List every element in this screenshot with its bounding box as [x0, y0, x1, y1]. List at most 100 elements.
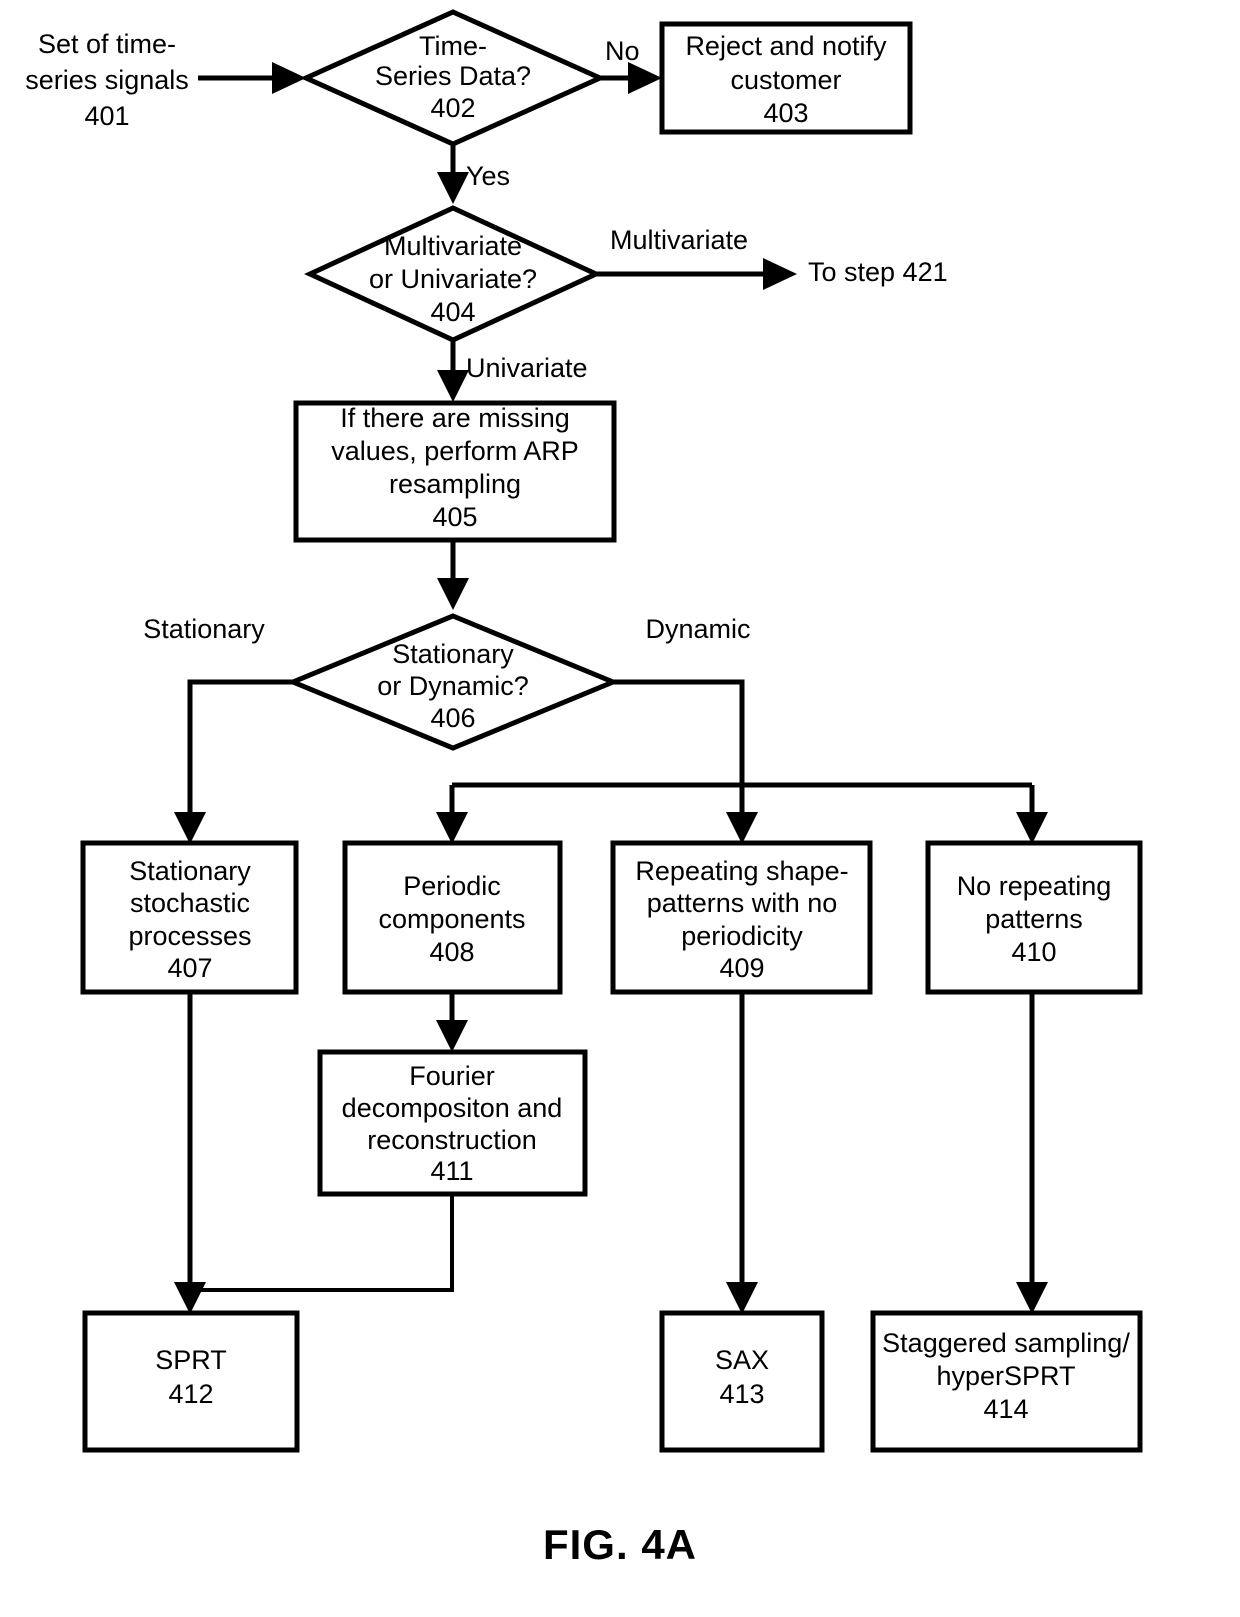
- node-410-line-1: No repeating: [957, 871, 1112, 901]
- flowchart-canvas: No Yes Multivariate Univariate Stationar…: [25, 9, 1143, 1568]
- edge-label-yes: Yes: [466, 161, 510, 191]
- node-401-line-2: series signals: [25, 65, 189, 95]
- edge-407-to-412: [174, 992, 206, 1314]
- node-407-line-1: Stationary: [129, 856, 251, 886]
- node-410-line-2: patterns: [985, 904, 1083, 934]
- node-406-line-3: 406: [430, 703, 475, 733]
- node-412-line-1: SPRT: [155, 1345, 227, 1375]
- edge-label-no: No: [605, 36, 640, 66]
- edge-401-to-402: [198, 62, 306, 94]
- arrow-head-icon: [436, 1020, 468, 1052]
- node-411-line-4: 411: [430, 1156, 473, 1186]
- node-402-line-1: Time-: [419, 31, 487, 61]
- node-407-stationary-stochastic-processes[interactable]: Stationary stochastic processes 407: [80, 840, 299, 995]
- edge-410-to-414: [1016, 992, 1048, 1314]
- node-401-line-1: Set of time-: [38, 29, 176, 59]
- edge-bus-to-408: [436, 785, 468, 844]
- node-402-line-3: 402: [430, 93, 475, 123]
- node-402-line-2: Series Data?: [375, 61, 531, 91]
- node-401-line-3: 401: [84, 101, 129, 131]
- edge-bus-to-409: [726, 785, 758, 844]
- node-412-line-2: 412: [168, 1379, 213, 1409]
- arrow-head-icon: [174, 812, 206, 844]
- arrow-head-icon: [1016, 812, 1048, 844]
- arrow-head-icon: [437, 172, 469, 204]
- figure-caption-group: FIG. 4A: [543, 1521, 697, 1568]
- node-401-set-of-time-series-signals: Set of time- series signals 401: [25, 29, 189, 131]
- edge-label-multivariate: Multivariate: [610, 225, 748, 255]
- node-411-fourier-decomposition-and-reconstruction[interactable]: Fourier decompositon and reconstruction …: [317, 1049, 588, 1197]
- node-402-time-series-data-decision[interactable]: Time- Series Data? 402: [299, 9, 607, 147]
- node-409-line-3: periodicity: [681, 921, 803, 951]
- node-409-line-1: Repeating shape-: [635, 856, 848, 886]
- node-408-line-3: 408: [429, 937, 474, 967]
- arrow-head-icon: [763, 258, 797, 290]
- edge-line: [190, 1194, 454, 1292]
- edge-404-to-421: [596, 258, 797, 290]
- node-408-line-1: Periodic: [403, 871, 501, 901]
- node-414-staggered-sampling-hypersprt[interactable]: Staggered sampling/ hyperSPRT 414: [870, 1310, 1143, 1453]
- node-403-reject-and-notify-customer[interactable]: Reject and notify customer 403: [659, 21, 913, 135]
- node-413-sax[interactable]: SAX 413: [659, 1310, 825, 1453]
- node-407-line-4: 407: [167, 953, 212, 983]
- node-410-no-repeating-patterns[interactable]: No repeating patterns 410: [925, 840, 1143, 995]
- node-404-line-3: 404: [430, 297, 475, 327]
- edge-label-dynamic: Dynamic: [645, 614, 750, 644]
- edge-411-to-412: [190, 1194, 454, 1292]
- node-421-line-1: To step 421: [808, 257, 948, 287]
- node-408-line-2: components: [378, 904, 525, 934]
- node-414-line-3: 414: [983, 1394, 1028, 1424]
- arrow-head-icon: [726, 812, 758, 844]
- edge-label-univariate: Univariate: [466, 353, 588, 383]
- arrow-head-icon: [437, 578, 469, 610]
- node-413-line-1: SAX: [715, 1345, 769, 1375]
- arrow-head-icon: [628, 62, 662, 94]
- edge-bus-to-410: [1016, 785, 1048, 844]
- node-409-repeating-shape-patterns[interactable]: Repeating shape- patterns with no period…: [610, 840, 873, 995]
- node-404-multivariate-or-univariate-decision[interactable]: Multivariate or Univariate? 404: [304, 205, 602, 343]
- edge-406-dynamic-trunk: [613, 679, 745, 785]
- edge-label-stationary: Stationary: [143, 614, 265, 644]
- node-412-sprt[interactable]: SPRT 412: [82, 1310, 300, 1453]
- node-403-line-2: customer: [730, 65, 841, 95]
- node-404-line-2: or Univariate?: [369, 264, 537, 294]
- edge-line: [613, 679, 745, 785]
- arrow-head-icon: [437, 370, 469, 402]
- arrow-head-icon: [436, 812, 468, 844]
- node-405-line-4: 405: [432, 502, 477, 532]
- node-414-line-2: hyperSPRT: [936, 1361, 1075, 1391]
- node-406-line-1: Stationary: [392, 639, 514, 669]
- figure-4a: No Yes Multivariate Univariate Stationar…: [0, 0, 1240, 1617]
- node-411-line-1: Fourier: [409, 1061, 495, 1091]
- node-405-arp-resampling[interactable]: If there are missing values, perform ARP…: [293, 400, 617, 543]
- node-404-line-1: Multivariate: [384, 231, 522, 261]
- edge-402-to-403: [600, 62, 662, 94]
- edge-408-to-411: [436, 992, 468, 1052]
- node-406-stationary-or-dynamic-decision[interactable]: Stationary or Dynamic? 406: [286, 613, 620, 751]
- edge-405-to-406: [437, 540, 469, 610]
- node-414-line-1: Staggered sampling/: [882, 1328, 1130, 1358]
- node-407-line-2: stochastic: [130, 888, 250, 918]
- node-408-periodic-components[interactable]: Periodic components 408: [342, 840, 563, 995]
- node-405-line-3: resampling: [389, 469, 521, 499]
- node-403-line-1: Reject and notify: [685, 31, 887, 61]
- node-403-line-3: 403: [763, 98, 808, 128]
- node-421-to-step-reference: To step 421: [808, 257, 948, 287]
- node-407-line-3: processes: [128, 921, 251, 951]
- node-413-line-2: 413: [719, 1379, 764, 1409]
- node-405-line-1: If there are missing: [340, 403, 570, 433]
- node-406-line-2: or Dynamic?: [377, 671, 529, 701]
- edge-line: [187, 679, 293, 812]
- arrow-head-icon: [174, 1282, 206, 1314]
- node-410-line-3: 410: [1011, 937, 1056, 967]
- figure-caption: FIG. 4A: [543, 1521, 697, 1568]
- node-405-line-2: values, perform ARP: [331, 436, 579, 466]
- node-411-line-3: reconstruction: [367, 1125, 537, 1155]
- edge-406-to-407: [174, 679, 293, 844]
- node-409-line-4: 409: [719, 953, 764, 983]
- node-409-line-2: patterns with no: [647, 888, 838, 918]
- node-411-line-2: decompositon and: [342, 1093, 563, 1123]
- arrow-head-icon: [1016, 1282, 1048, 1314]
- arrow-head-icon: [726, 1282, 758, 1314]
- edge-409-to-413: [726, 992, 758, 1314]
